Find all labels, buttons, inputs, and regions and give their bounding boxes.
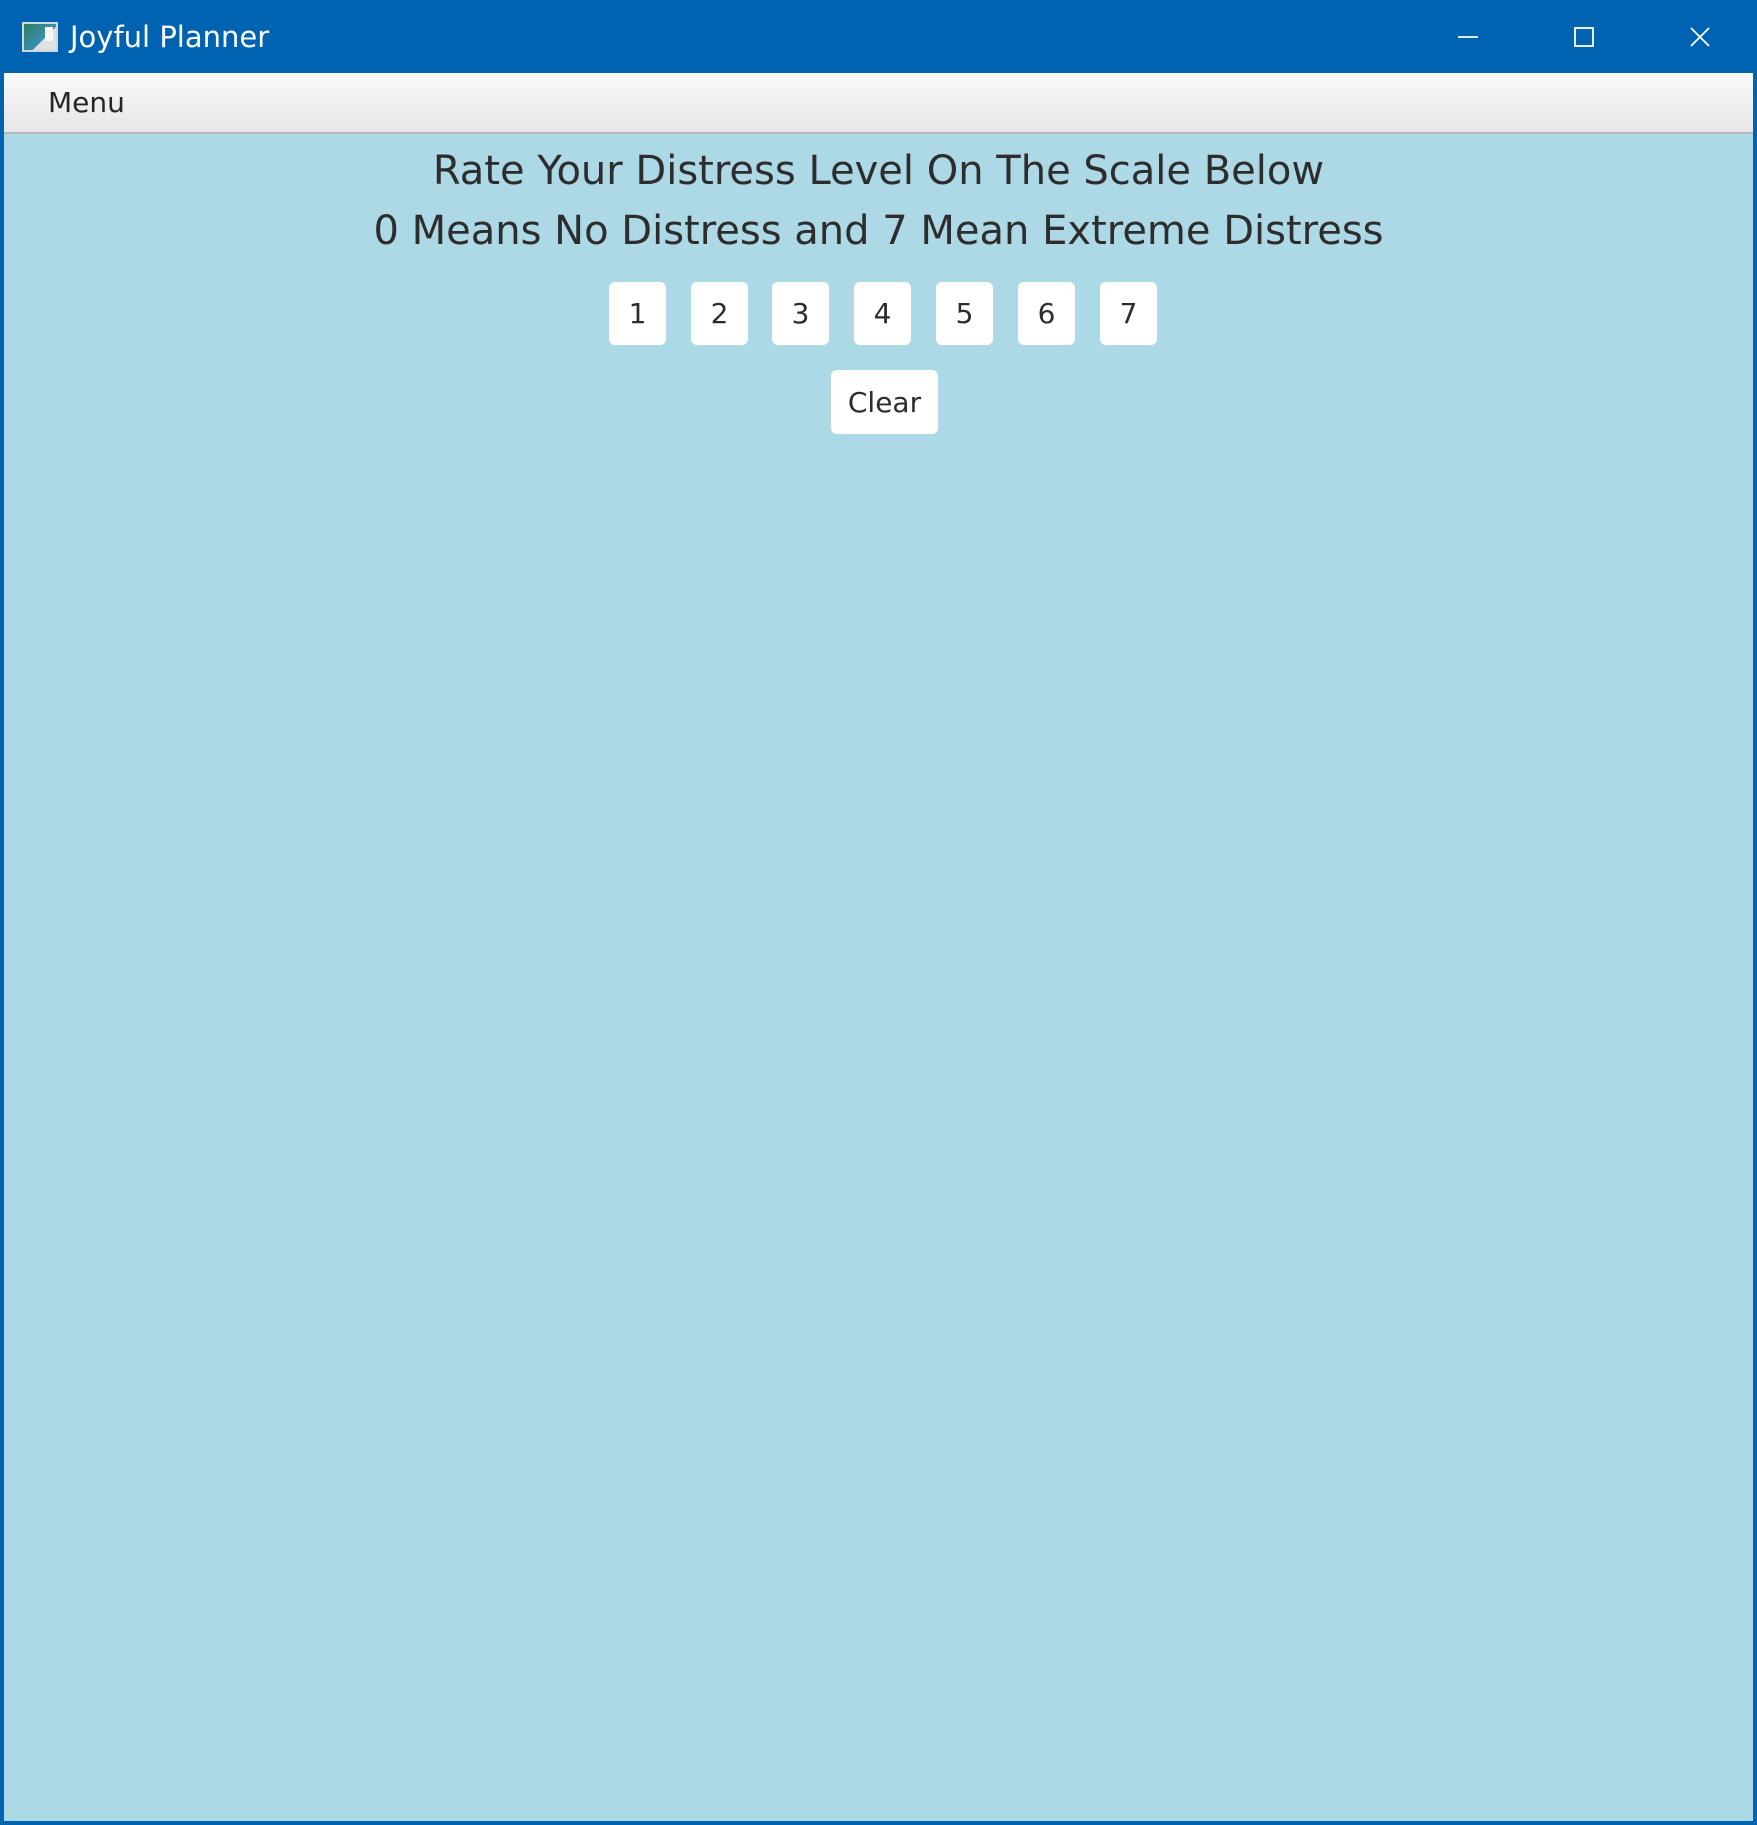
rating-button-5[interactable]: 5 [936,282,993,345]
rating-button-7[interactable]: 7 [1100,282,1157,345]
minimize-icon [1458,35,1478,38]
menu-item-menu[interactable]: Menu [42,85,131,121]
app-icon [22,22,58,52]
maximize-button[interactable] [1526,0,1642,73]
distress-rating-panel: Rate Your Distress Level On The Scale Be… [4,134,1753,1821]
rating-heading: Rate Your Distress Level On The Scale Be… [432,148,1325,194]
window-title: Joyful Planner [70,20,270,54]
rating-scale-description: 0 Means No Distress and 7 Mean Extreme D… [373,208,1384,254]
rating-button-1[interactable]: 1 [609,282,666,345]
menu-bar: Menu [4,73,1753,134]
minimize-button[interactable] [1410,0,1526,73]
clear-button[interactable]: Clear [831,370,938,434]
close-icon [1690,26,1710,47]
rating-button-4[interactable]: 4 [854,282,911,345]
close-button[interactable] [1642,0,1753,73]
app-window: Joyful Planner Menu Rate Your Distress L… [0,0,1757,1825]
rating-button-2[interactable]: 2 [691,282,748,345]
maximize-icon [1574,26,1594,47]
title-bar[interactable]: Joyful Planner [4,0,1753,73]
rating-button-row: 1 2 3 4 5 6 7 [4,282,1753,348]
rating-button-6[interactable]: 6 [1018,282,1075,345]
rating-button-3[interactable]: 3 [772,282,829,345]
